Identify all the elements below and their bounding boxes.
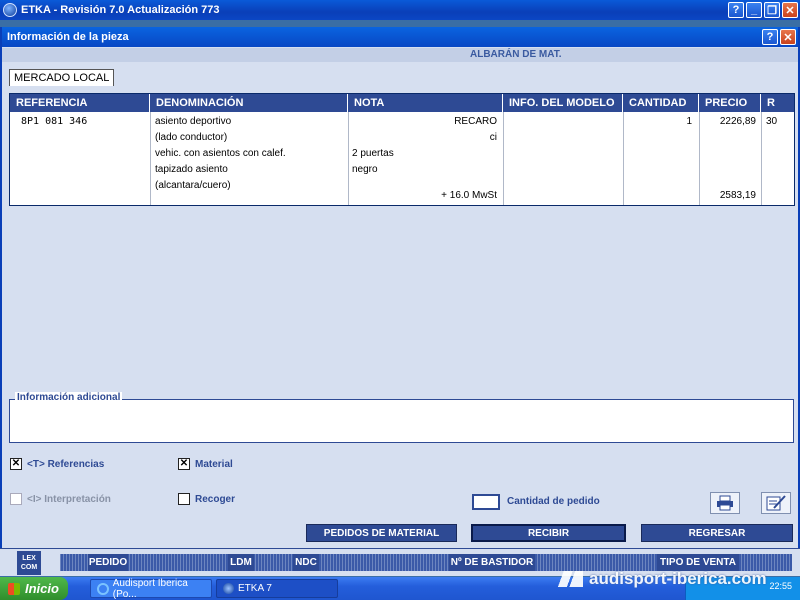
cell-denominacion-3: vehic. con asientos con calef. — [155, 148, 286, 159]
start-label: Inicio — [25, 581, 59, 596]
column-header-nota[interactable]: NOTA — [348, 94, 503, 112]
cantidad-pedido-label: Cantidad de pedido — [507, 496, 600, 507]
task-label-etka: ETKA 7 — [238, 583, 272, 594]
taskbar-item-browser[interactable]: Audisport Iberica (Po... — [90, 577, 212, 600]
cell-r: 30 — [766, 116, 778, 127]
interpretacion-checkbox[interactable] — [10, 493, 22, 505]
dialog-titlebar: Información de la pieza ? ✕ — [2, 27, 798, 47]
cell-nota-recaro: RECARO — [454, 116, 497, 127]
table-empty-area — [9, 208, 795, 390]
dialog-title: Información de la pieza — [7, 31, 129, 43]
cell-denominacion-2: (lado conductor) — [155, 132, 228, 143]
restore-button[interactable]: ❐ — [764, 2, 780, 18]
material-label: Material — [195, 458, 233, 470]
printer-icon — [717, 495, 733, 511]
lexcom-logo: LEX COM — [17, 551, 41, 575]
column-header-referencia[interactable]: REFERENCIA — [10, 94, 150, 112]
etka-icon — [223, 583, 234, 594]
dialog-help-button[interactable]: ? — [762, 29, 778, 45]
dialog-subheader — [2, 48, 798, 62]
cell-referencia[interactable]: 8P1 081 346 — [21, 114, 87, 130]
albaran-label: ALBARÁN DE MAT. — [470, 49, 562, 60]
column-divider — [761, 112, 762, 205]
column-header-cantidad[interactable]: CANTIDAD — [623, 94, 699, 112]
start-button[interactable]: Inicio — [0, 577, 68, 600]
parts-table: REFERENCIA DENOMINACIÓN NOTA INFO. DEL M… — [9, 93, 795, 206]
edit-pencil-icon — [766, 495, 786, 511]
column-divider — [503, 112, 504, 205]
referencias-checkbox[interactable]: ✕ — [10, 458, 22, 470]
recoger-checkbox[interactable] — [178, 493, 190, 505]
cell-denominacion-1: asiento deportivo — [155, 116, 232, 127]
column-divider — [150, 112, 151, 205]
watermark-logo-icon — [553, 571, 583, 587]
cell-cantidad: 1 — [686, 116, 692, 127]
recibir-button[interactable]: RECIBIR — [471, 524, 626, 542]
help-button[interactable]: ? — [728, 2, 744, 18]
pedidos-material-button[interactable]: PEDIDOS DE MATERIAL — [306, 524, 457, 542]
material-checkbox[interactable]: ✕ — [178, 458, 190, 470]
cell-nota-ci: ci — [489, 132, 497, 143]
cell-precio: 2226,89 — [719, 116, 756, 127]
taskbar-item-etka[interactable]: ETKA 7 — [216, 579, 338, 598]
ie-icon — [97, 582, 109, 595]
cell-nota-puertas: 2 puertas — [352, 148, 394, 159]
part-info-dialog: Información de la pieza ? ✕ ALBARÁN DE M… — [0, 27, 800, 548]
option-recoger[interactable]: Recoger — [178, 493, 235, 505]
info-adicional-label: Información adicional — [15, 392, 123, 403]
cell-nota-color: negro — [352, 164, 378, 175]
cell-nota-tax: + 16.0 MwSt — [441, 190, 497, 201]
column-divider — [348, 112, 349, 205]
column-header-denominacion[interactable]: DENOMINACIÓN — [150, 94, 348, 112]
referencias-label: <T> Referencias — [27, 458, 105, 470]
etka-logo-icon — [3, 3, 17, 17]
regresar-button[interactable]: REGRESAR — [641, 524, 793, 542]
print-button[interactable] — [710, 492, 740, 514]
cell-precio-total: 2583,19 — [719, 190, 756, 201]
dialog-close-button[interactable]: ✕ — [780, 29, 796, 45]
cantidad-pedido-input[interactable] — [472, 494, 500, 510]
tray-clock: 22:55 — [769, 581, 792, 591]
edit-notes-button[interactable] — [761, 492, 791, 514]
watermark: audisport-iberica.com — [553, 569, 767, 589]
column-header-info-modelo[interactable]: INFO. DEL MODELO — [503, 94, 623, 112]
windows-logo-icon — [8, 582, 20, 595]
nav-ndc[interactable]: NDC — [293, 554, 319, 571]
recoger-label: Recoger — [195, 493, 236, 505]
app-titlebar: ETKA - Revisión 7.0 Actualización 773 ? … — [0, 0, 800, 20]
tab-mercado-local[interactable]: MERCADO LOCAL — [9, 69, 115, 86]
column-divider — [623, 112, 624, 205]
column-header-r[interactable]: R — [761, 94, 794, 112]
dialog-window-controls: ? ✕ — [762, 29, 796, 45]
nav-ldm[interactable]: LDM — [228, 554, 254, 571]
app-title: ETKA - Revisión 7.0 Actualización 773 — [21, 4, 220, 16]
option-material[interactable]: ✕ Material — [178, 458, 233, 470]
cell-denominacion-4: tapizado asiento — [155, 164, 228, 175]
nav-pedido[interactable]: PEDIDO — [88, 554, 128, 571]
option-referencias[interactable]: ✕ <T> Referencias — [10, 458, 104, 470]
app-window-controls: ? _ ❐ ✕ — [728, 2, 798, 18]
table-header: REFERENCIA DENOMINACIÓN NOTA INFO. DEL M… — [10, 94, 794, 112]
watermark-text: audisport-iberica.com — [589, 569, 767, 588]
option-interpretacion[interactable]: <I> Interpretación — [10, 493, 111, 505]
column-header-precio[interactable]: PRECIO — [699, 94, 761, 112]
minimize-button[interactable]: _ — [746, 2, 762, 18]
cell-denominacion-5: (alcantara/cuero) — [155, 180, 231, 191]
column-divider — [699, 112, 700, 205]
nav-bastidor[interactable]: Nº DE BASTIDOR — [449, 554, 535, 571]
close-button[interactable]: ✕ — [782, 2, 798, 18]
info-adicional-box[interactable]: Información adicional — [9, 392, 794, 443]
task-label-browser: Audisport Iberica (Po... — [112, 577, 188, 600]
interpretacion-label: <I> Interpretación — [27, 493, 111, 505]
